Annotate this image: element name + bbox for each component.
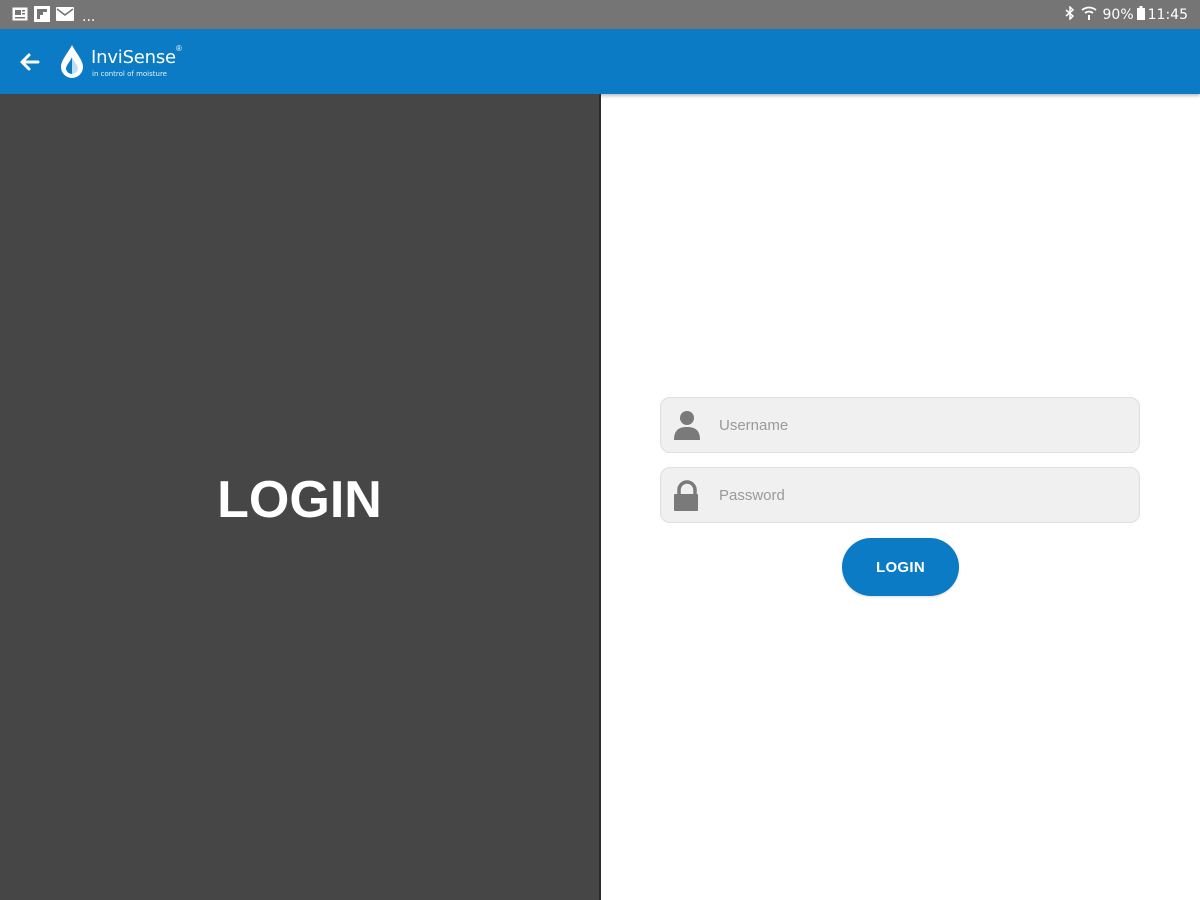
photo-notification-icon <box>12 7 28 26</box>
bluetooth-icon <box>1065 5 1075 24</box>
app-bar: InviSense ® in control of moisture <box>0 29 1200 94</box>
brand-tagline: in control of moisture <box>92 70 167 78</box>
battery-percent: 90% <box>1102 7 1134 23</box>
status-bar: ... 90% 11:45 <box>0 0 1200 29</box>
notification-overflow: ... <box>82 8 96 25</box>
wifi-icon <box>1080 6 1097 24</box>
battery-icon <box>1136 6 1145 24</box>
status-bar-notifications: ... <box>12 6 95 27</box>
brand-logo <box>58 44 86 80</box>
login-button[interactable]: LOGIN <box>842 538 959 596</box>
brand-name: InviSense <box>91 47 176 68</box>
back-arrow-icon <box>20 53 40 71</box>
flipboard-notification-icon <box>34 6 50 27</box>
left-panel-title: LOGIN <box>217 471 382 529</box>
status-bar-system: 90% 11:45 <box>1059 5 1188 24</box>
username-input[interactable] <box>719 412 1119 438</box>
water-drop-logo-icon <box>61 45 83 78</box>
mail-notification-icon <box>56 7 74 26</box>
left-panel: LOGIN <box>0 94 601 900</box>
lock-icon <box>673 480 701 512</box>
clock: 11:45 <box>1147 7 1188 23</box>
username-field[interactable] <box>660 397 1140 453</box>
back-button[interactable] <box>16 48 44 76</box>
brand-registered-mark: ® <box>176 44 182 53</box>
user-icon <box>673 410 701 442</box>
password-input[interactable] <box>719 482 1119 508</box>
password-field[interactable] <box>660 467 1140 523</box>
